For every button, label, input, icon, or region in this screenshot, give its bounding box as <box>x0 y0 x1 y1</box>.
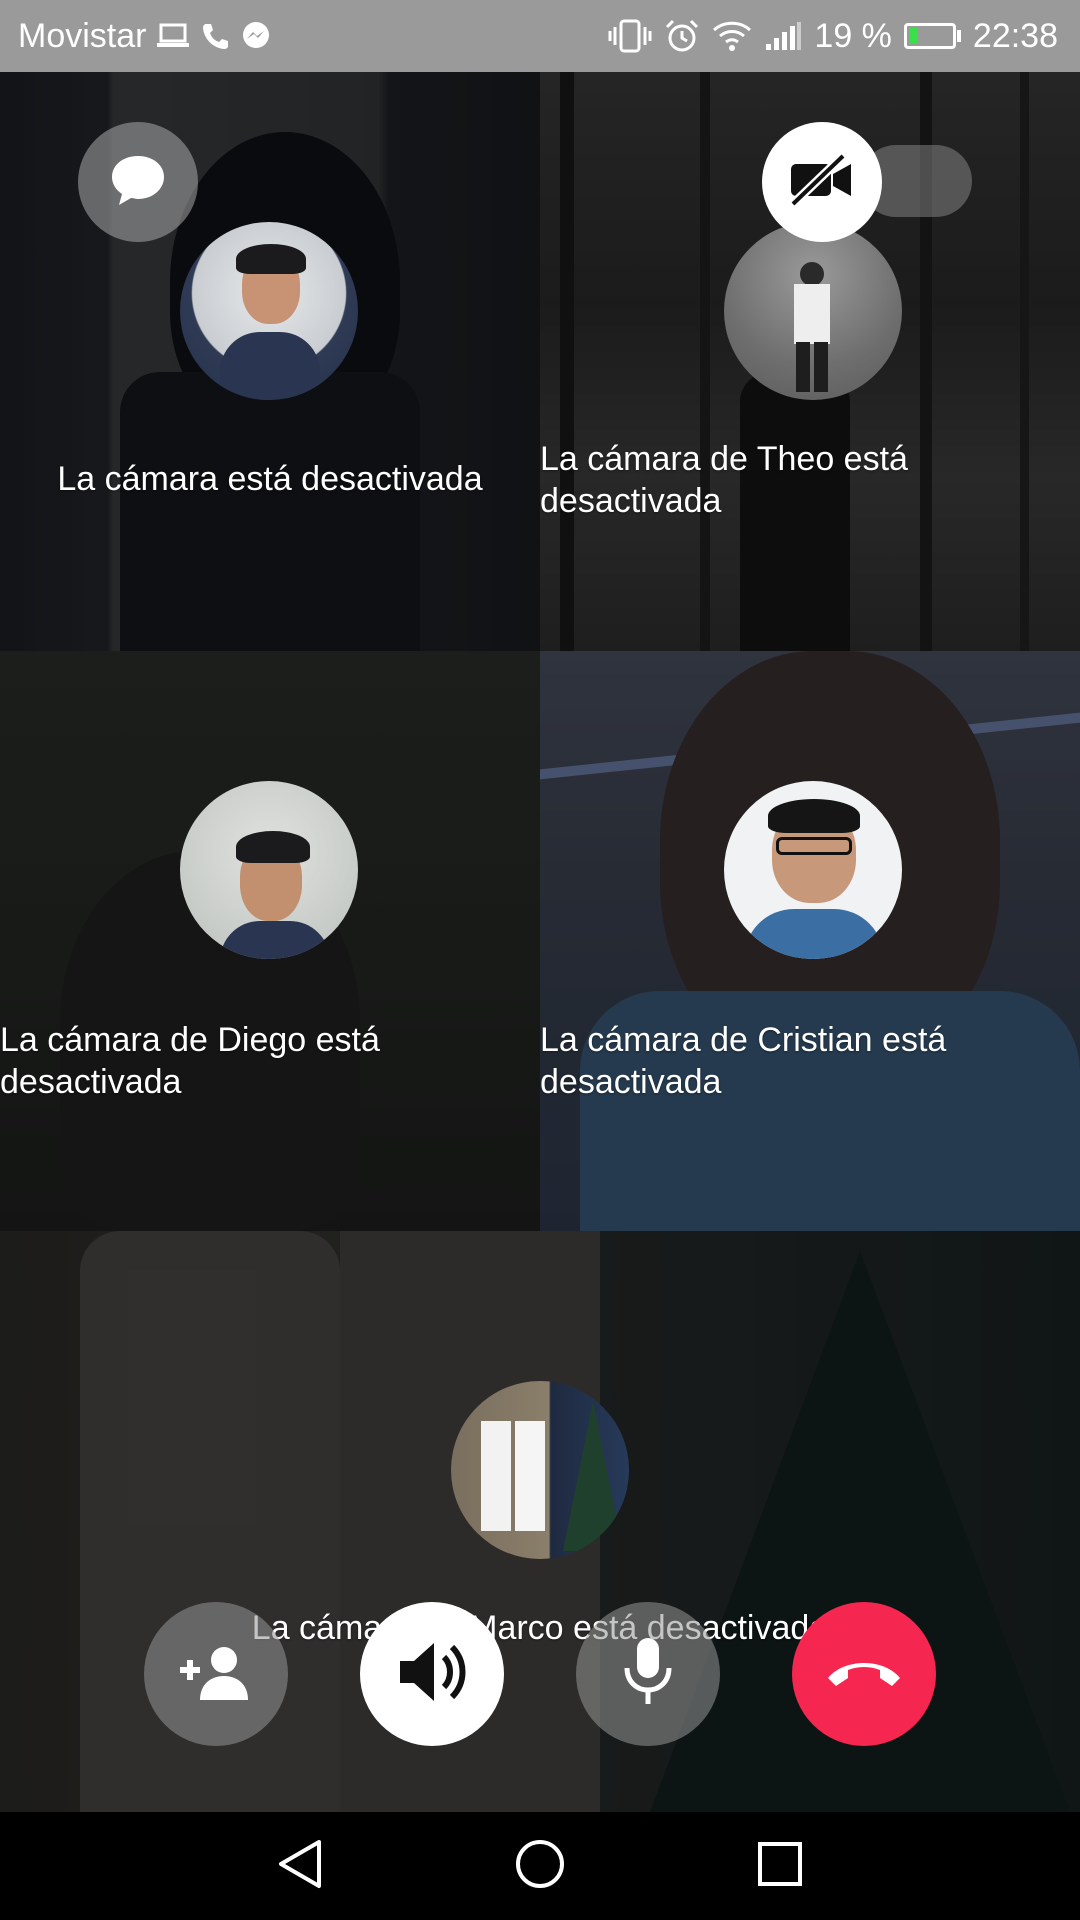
avatar <box>180 222 358 400</box>
add-person-icon <box>176 1642 256 1707</box>
avatar <box>451 1381 629 1559</box>
navigation-bar <box>0 1812 1080 1920</box>
avatar <box>724 781 902 959</box>
microphone-icon <box>623 1636 673 1713</box>
camera-off-label: La cámara de Theo está desactivada <box>540 440 908 520</box>
battery-percent: 19 % <box>814 16 892 55</box>
participant-tile-self[interactable]: La cámara está desactivada <box>0 72 540 651</box>
home-button[interactable] <box>480 1812 600 1920</box>
camera-off-label: La cámara de Diego está desactivada <box>0 1021 380 1101</box>
chat-button[interactable] <box>78 122 198 242</box>
status-right: 19 % 22:38 <box>608 0 1058 72</box>
vibrate-icon <box>608 19 652 53</box>
recents-icon <box>756 1840 804 1893</box>
participant-tile-cristian[interactable]: La cámara de Cristian está desactivada <box>540 651 1080 1231</box>
video-off-icon <box>787 152 857 213</box>
participant-tile-marco[interactable]: La cámara de Marco está desactivada <box>0 1231 1080 1812</box>
avatar <box>180 781 358 959</box>
phone-icon <box>200 21 230 51</box>
alarm-icon <box>664 18 700 54</box>
camera-off-label: La cámara de Cristian está desactivada <box>540 1021 947 1101</box>
recents-button[interactable] <box>720 1812 840 1920</box>
status-left: Movistar <box>18 0 272 72</box>
avatar <box>724 222 902 400</box>
end-call-button[interactable] <box>792 1602 936 1746</box>
signal-icon <box>764 20 802 52</box>
microphone-button[interactable] <box>576 1602 720 1746</box>
messenger-icon <box>240 20 272 52</box>
back-button[interactable] <box>240 1812 360 1920</box>
status-bar: Movistar 19 % 22:38 <box>0 0 1080 72</box>
clock: 22:38 <box>972 16 1058 55</box>
participant-tile-diego[interactable]: La cámara de Diego está desactivada <box>0 651 540 1231</box>
camera-toggle-button[interactable] <box>762 122 882 242</box>
battery-charging-icon <box>903 23 961 49</box>
back-icon <box>275 1838 325 1895</box>
laptop-icon <box>156 21 190 51</box>
add-person-button[interactable] <box>144 1602 288 1746</box>
speaker-button[interactable] <box>360 1602 504 1746</box>
speaker-icon <box>394 1637 470 1712</box>
end-call-icon <box>824 1652 904 1697</box>
wifi-icon <box>712 19 752 53</box>
camera-off-label: La cámara está desactivada <box>57 460 483 498</box>
home-icon <box>514 1838 566 1895</box>
chat-bubble-icon <box>109 152 167 213</box>
carrier-name: Movistar <box>18 16 147 55</box>
